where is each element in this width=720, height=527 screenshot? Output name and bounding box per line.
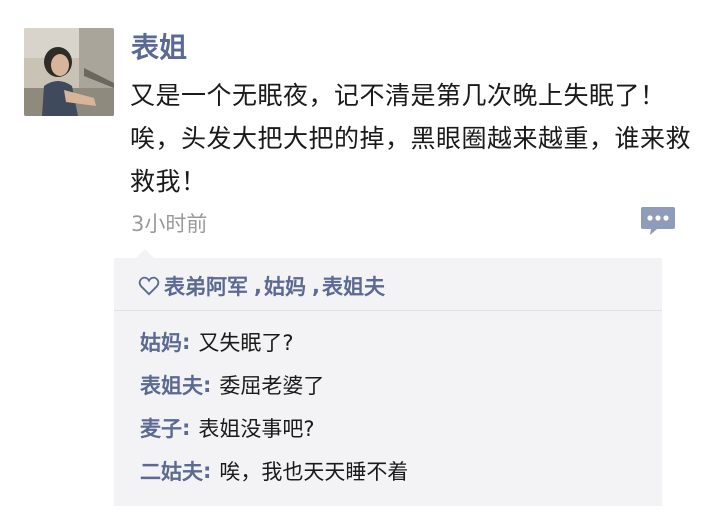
post-author-name[interactable]: 表姐 xyxy=(131,26,187,66)
comment-colon: : xyxy=(203,458,212,483)
like-separator: , xyxy=(311,274,320,298)
likes-row: 表弟阿军 , 姑妈 , 表姐夫 xyxy=(138,268,385,304)
like-name[interactable]: 姑妈 xyxy=(264,271,306,301)
comment-colon: : xyxy=(182,415,191,440)
like-separator: , xyxy=(254,274,262,298)
commenter-name[interactable]: 姑妈 xyxy=(140,327,182,357)
comment-text: 唉，我也天天睡不着 xyxy=(219,459,409,484)
commenter-name[interactable]: 二姑夫 xyxy=(140,456,203,486)
comment-colon: : xyxy=(182,329,191,354)
comment-row[interactable]: 姑妈: 又失眠了? xyxy=(140,320,408,363)
comment-list: 姑妈: 又失眠了? 表姐夫: 委屈老婆了 麦子: 表姐没事吧? 二姑夫: 唉，我也天天睡… xyxy=(140,320,408,492)
commenter-name[interactable]: 麦子 xyxy=(140,413,182,443)
like-name[interactable]: 表弟阿军 xyxy=(164,271,248,301)
like-name[interactable]: 表姐夫 xyxy=(322,271,385,301)
comment-row[interactable]: 表姐夫: 委屈老婆了 xyxy=(140,363,408,406)
comment-text: 表姐没事吧? xyxy=(198,416,315,441)
comment-row[interactable]: 二姑夫: 唉，我也天天睡不着 xyxy=(140,449,408,492)
comment-text: 委屈老婆了 xyxy=(219,373,325,398)
divider xyxy=(114,310,662,311)
interaction-panel: 表弟阿军 , 姑妈 , 表姐夫 姑妈: 又失眠了? 表姐夫: 委屈老婆了 麦子: 表姐… xyxy=(114,249,662,506)
heart-outline-icon xyxy=(138,276,160,296)
avatar-photo xyxy=(24,28,114,116)
comment-row[interactable]: 麦子: 表姐没事吧? xyxy=(140,406,408,449)
comment-colon: : xyxy=(203,372,212,397)
post-content: 又是一个无眠夜，记不清是第几次晚上失眠了！唉，头发大把大把的掉，黑眼圈越来越重，… xyxy=(130,81,692,196)
avatar[interactable] xyxy=(24,28,114,116)
post-timestamp: 3小时前 xyxy=(131,212,208,236)
commenter-name[interactable]: 表姐夫 xyxy=(140,370,203,400)
comment-text: 又失眠了? xyxy=(198,330,294,355)
speech-bubble-dots-icon[interactable] xyxy=(640,206,676,236)
